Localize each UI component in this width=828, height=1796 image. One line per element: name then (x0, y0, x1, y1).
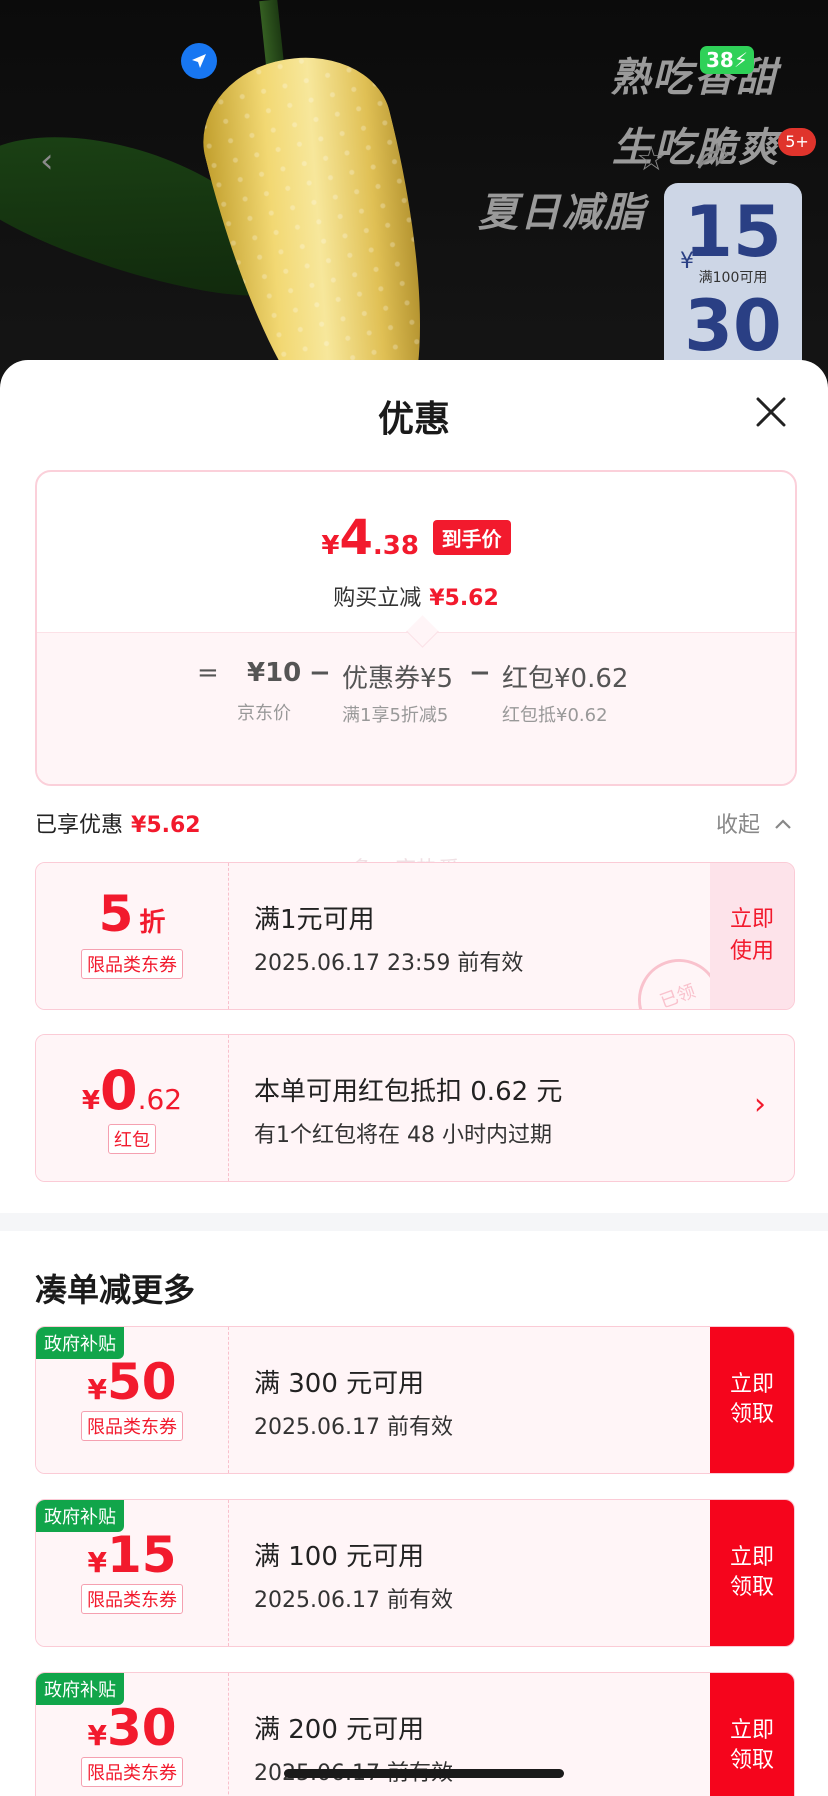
slogan-line-3: 夏日减脂 (478, 190, 646, 236)
coupon-value: ¥50 (87, 1353, 177, 1411)
enjoyed-discount: 已享优惠 ¥5.62 (35, 813, 201, 838)
redpacket-value: ¥0.62 (81, 1059, 183, 1122)
claim-button[interactable]: 立即领取 (710, 1500, 794, 1646)
price-summary-card: ¥4.38 到手价 购买立减 ¥5.62 = ¥10 − 优惠券¥5 − 红包¥0… (35, 470, 797, 786)
chevron-right-icon: › (754, 1087, 766, 1122)
coupon-value: 5折 (98, 885, 166, 943)
coupon-expiry: 2025.06.17 前有效 (254, 1415, 453, 1440)
formula-minus-2: − (469, 658, 491, 688)
side-coupon-amount-2: 30 (684, 285, 782, 367)
instant-reduction: 购买立减 ¥5.62 (333, 586, 499, 611)
product-gallery-background: 熟吃香甜 生吃脆爽 夏日减脂 38⚡ ‹ ☆ 5+ ¥ 15 满100可用 30 (0, 0, 828, 380)
formula-minus-1: − (309, 658, 331, 688)
more-discounts-title: 凑单减更多 (35, 1271, 196, 1309)
coupon-value: ¥15 (87, 1526, 177, 1584)
gov-subsidy-tag: 政府补贴 (36, 1673, 124, 1705)
coupon-kind-badge: 限品类东券 (81, 1757, 183, 1787)
coupon-condition: 满 300 元可用 (254, 1369, 425, 1399)
redpacket-note: 红包抵¥0.62 (502, 705, 608, 726)
redpacket-expiry: 有1个红包将在 48 小时内过期 (254, 1123, 552, 1148)
gov-coupon-50: ¥50 限品类东券 政府补贴 满 300 元可用 2025.06.17 前有效 … (35, 1326, 795, 1474)
coupon-expiry: 2025.06.17 23:59 前有效 (254, 951, 524, 976)
battery-indicator: 38⚡ (700, 46, 754, 74)
redpacket-title: 本单可用红包抵扣 0.62 元 (254, 1077, 563, 1107)
final-price: ¥4.38 到手价 (37, 510, 795, 566)
gov-coupon-15: ¥15 限品类东券 政府补贴 满 100 元可用 2025.06.17 前有效 … (35, 1499, 795, 1647)
final-price-tag: 到手价 (432, 520, 511, 555)
claim-button[interactable]: 立即领取 (710, 1673, 794, 1796)
home-indicator[interactable] (284, 1769, 564, 1778)
coupon-condition: 满 200 元可用 (254, 1715, 425, 1745)
claim-button[interactable]: 立即领取 (710, 1327, 794, 1473)
coupon-kind-badge: 限品类东券 (81, 1584, 183, 1614)
share-icon[interactable] (695, 142, 729, 178)
coupon-kind-badge: 限品类东券 (81, 1411, 183, 1441)
back-icon[interactable]: ‹ (40, 144, 54, 178)
formula-redpacket: 红包¥0.62 (502, 664, 629, 694)
jd-price-label: 京东价 (237, 703, 291, 724)
cart-badge: 5+ (778, 128, 816, 156)
gov-subsidy-tag: 政府补贴 (36, 1327, 124, 1359)
corn-image (186, 37, 464, 380)
formula-jd-price: ¥10 (247, 658, 302, 688)
collapse-button[interactable]: 收起 (716, 807, 793, 839)
section-divider (0, 1213, 828, 1231)
location-arrow-icon (181, 43, 217, 79)
coupon-note: 满1享5折减5 (342, 705, 449, 726)
star-icon[interactable]: ☆ (636, 142, 666, 176)
coupon-condition: 满 100 元可用 (254, 1542, 425, 1572)
chevron-up-icon (775, 819, 791, 829)
gov-subsidy-tag: 政府补贴 (36, 1500, 124, 1532)
formula-coupon: 优惠券¥5 (342, 664, 454, 694)
applied-redpacket[interactable]: ¥0.62 红包 本单可用红包抵扣 0.62 元 有1个红包将在 48 小时内过… (35, 1034, 795, 1182)
discount-sheet: 优惠 ¥4.38 到手价 购买立减 ¥5.62 = ¥10 − 优惠券¥5 − 红… (0, 360, 828, 1796)
coupon-condition: 满1元可用 (254, 905, 375, 935)
sheet-title: 优惠 (377, 399, 450, 440)
coupon-expiry: 2025.06.17 前有效 (254, 1588, 453, 1613)
formula-equals: = (197, 658, 219, 688)
redpacket-kind-badge: 红包 (108, 1124, 156, 1154)
coupon-kind-badge: 限品类东券 (81, 949, 183, 979)
coupon-value: ¥30 (87, 1699, 177, 1757)
use-now-button[interactable]: 立即使用 (710, 863, 794, 1009)
applied-coupon-discount: 5折 限品类东券 满1元可用 2025.06.17 23:59 前有效 已领 立… (35, 862, 795, 1010)
close-icon[interactable] (754, 395, 788, 429)
side-coupon-card[interactable]: ¥ 15 满100可用 30 (664, 183, 802, 380)
